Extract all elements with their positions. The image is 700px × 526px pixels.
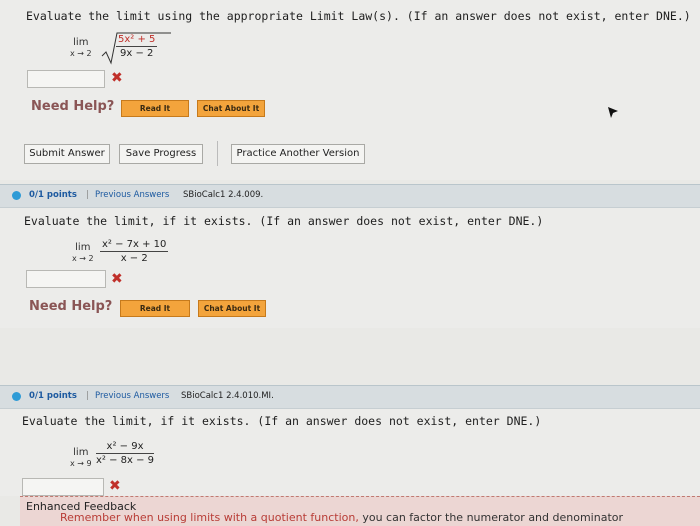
button-divider — [217, 141, 218, 166]
feedback-text-dark: you can factor the numerator and denomin… — [362, 511, 624, 524]
numerator-text: x² − 7x + 10 — [102, 239, 167, 250]
status-dot-icon — [12, 392, 21, 401]
problem-3-prompt: Evaluate the limit, if it exists. (If an… — [22, 414, 542, 428]
problem-2-panel: Evaluate the limit, if it exists. (If an… — [0, 208, 700, 328]
problem-3-fraction: x² − 9x x² − 8x − 9 — [96, 440, 155, 467]
lim-approach: x → 2 — [70, 49, 92, 58]
status-dot-icon — [12, 191, 21, 200]
submit-answer-button[interactable]: Submit Answer — [24, 144, 110, 164]
problem-3-header: 0/1 points | Previous Answers SBioCalc1 … — [0, 385, 700, 409]
problem-2-prompt: Evaluate the limit, if it exists. (If an… — [24, 214, 544, 228]
previous-answers-link[interactable]: Previous Answers — [95, 190, 169, 200]
read-it-button[interactable]: Read It — [121, 100, 189, 117]
feedback-text-red: Remember when using limits with a quotie… — [60, 511, 359, 524]
fraction-numerator: 5x² + 5 — [116, 34, 158, 47]
fraction-denominator: x − 2 — [120, 253, 148, 264]
problem-code: SBioCalc1 2.4.009. — [183, 190, 264, 200]
incorrect-mark-icon: ✖ — [111, 271, 123, 287]
fraction-numerator: x² − 7x + 10 — [100, 238, 169, 252]
chat-about-it-button[interactable]: Chat About It — [197, 100, 265, 117]
lim-approach: x → 2 — [72, 254, 94, 263]
feedback-text: Remember when using limits with a quotie… — [60, 511, 623, 524]
lim-label: lim — [73, 447, 89, 458]
need-help-label: Need Help? — [29, 299, 113, 314]
problem-1-panel: Evaluate the limit using the appropriate… — [0, 0, 700, 180]
lim-approach: x → 9 — [70, 459, 92, 468]
answer-input[interactable] — [26, 270, 106, 288]
fraction-denominator: 9x − 2 — [120, 48, 154, 59]
problem-3-limit-operator: lim x → 9 — [70, 447, 92, 469]
points-label: 0/1 points — [29, 391, 77, 401]
points-label: 0/1 points — [29, 190, 77, 200]
incorrect-mark-icon: ✖ — [111, 70, 123, 86]
need-help-label: Need Help? — [31, 99, 115, 114]
lim-label: lim — [75, 242, 91, 253]
lim-label: lim — [73, 37, 89, 48]
problem-1-fraction: 5x² + 5 9x − 2 — [116, 33, 158, 60]
mouse-cursor-icon — [608, 107, 618, 118]
previous-answers-link[interactable]: Previous Answers — [95, 391, 169, 401]
problem-code: SBioCalc1 2.4.010.MI. — [181, 391, 274, 401]
practice-another-version-button[interactable]: Practice Another Version — [231, 144, 365, 164]
enhanced-feedback-box: Enhanced Feedback Remember when using li… — [20, 496, 700, 526]
problem-2-limit-operator: lim x → 2 — [72, 242, 94, 264]
answer-input[interactable] — [22, 478, 104, 496]
problem-1-limit-operator: lim x → 2 — [70, 37, 92, 59]
read-it-button[interactable]: Read It — [120, 300, 190, 317]
problem-2-fraction: x² − 7x + 10 x − 2 — [100, 238, 169, 265]
header-separator: | — [86, 391, 89, 401]
answer-input[interactable] — [27, 70, 105, 88]
problem-2-header: 0/1 points | Previous Answers SBioCalc1 … — [0, 184, 700, 208]
problem-1-prompt: Evaluate the limit using the appropriate… — [26, 9, 691, 23]
chat-about-it-button[interactable]: Chat About It — [198, 300, 266, 317]
fraction-numerator: x² − 9x — [96, 440, 155, 454]
save-progress-button[interactable]: Save Progress — [119, 144, 203, 164]
incorrect-mark-icon: ✖ — [109, 478, 121, 494]
fraction-denominator: x² − 8x − 9 — [96, 455, 155, 466]
header-separator: | — [86, 190, 89, 200]
problem-3-panel: Evaluate the limit, if it exists. (If an… — [0, 409, 700, 496]
